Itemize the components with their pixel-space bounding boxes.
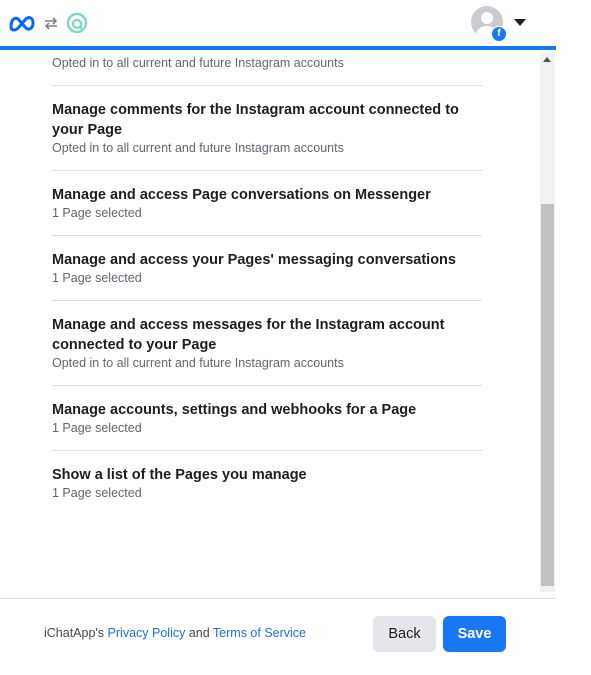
list-item: Manage and access your Pages' messaging … (52, 236, 482, 301)
privacy-policy-link[interactable]: Privacy Policy (108, 626, 186, 640)
meta-logo (9, 16, 35, 32)
permission-subtitle: 1 Page selected (52, 271, 142, 285)
ichatapp-logo (66, 12, 88, 34)
facebook-badge-icon: f (491, 26, 507, 42)
permission-title: Manage accounts, settings and webhooks f… (52, 402, 417, 418)
permission-subtitle: Opted in to all current and future Insta… (52, 141, 344, 155)
list-item: Show a list of the Pages you manage 1 Pa… (52, 451, 482, 515)
permission-subtitle: 1 Page selected (52, 486, 142, 500)
permission-title: Show a list of the Pages you manage (52, 467, 307, 483)
app-logos (8, 10, 88, 36)
list-item: Manage and access Page conversations on … (52, 171, 482, 236)
list-item: Manage and access messages for the Insta… (52, 301, 482, 386)
permissions-list: Opted in to all current and future Insta… (52, 50, 482, 515)
permission-subtitle: Opted in to all current and future Insta… (52, 56, 344, 70)
list-item: Manage accounts, settings and webhooks f… (52, 386, 482, 451)
profile-menu[interactable]: f (471, 6, 507, 42)
list-item: Opted in to all current and future Insta… (52, 50, 482, 86)
vertical-scrollbar[interactable] (540, 52, 555, 592)
terms-of-service-link[interactable]: Terms of Service (213, 626, 306, 640)
legal-and: and (185, 626, 213, 640)
permission-title: Manage and access messages for the Insta… (52, 317, 445, 353)
sync-arrows-icon (44, 17, 58, 30)
permissions-scroll-area[interactable]: Opted in to all current and future Insta… (0, 50, 540, 598)
permission-subtitle: Opted in to all current and future Insta… (52, 356, 344, 370)
back-button[interactable]: Back (373, 616, 436, 652)
permission-subtitle: 1 Page selected (52, 421, 142, 435)
chevron-down-icon[interactable] (514, 19, 526, 26)
save-button[interactable]: Save (443, 616, 506, 652)
permission-title: Manage and access your Pages' messaging … (52, 252, 456, 268)
scrollbar-thumb[interactable] (541, 204, 554, 586)
scroll-up-arrow-icon[interactable] (543, 57, 551, 62)
legal-text: iChatApp's Privacy Policy and Terms of S… (44, 626, 306, 640)
legal-prefix: iChatApp's (44, 626, 108, 640)
permission-subtitle: 1 Page selected (52, 206, 142, 220)
header: f (0, 0, 556, 48)
permission-title: Manage and access Page conversations on … (52, 187, 431, 203)
permission-title: Manage comments for the Instagram accoun… (52, 102, 459, 138)
footer-divider (0, 598, 556, 599)
list-item: Manage comments for the Instagram accoun… (52, 86, 482, 171)
